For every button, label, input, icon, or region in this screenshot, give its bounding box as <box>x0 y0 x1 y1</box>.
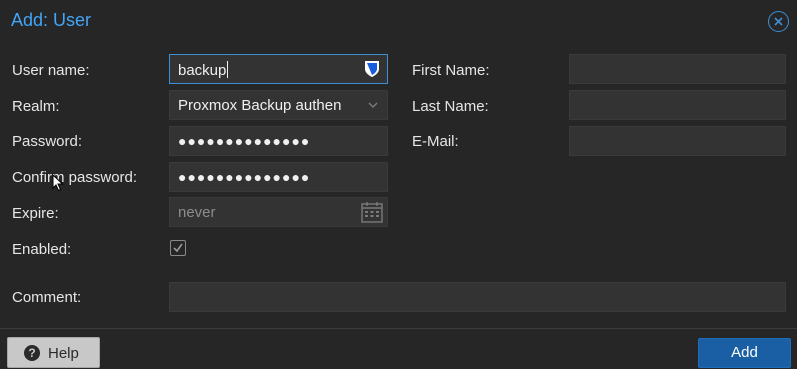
help-button-label: Help <box>48 345 79 362</box>
expire-placeholder: never <box>178 204 216 221</box>
password-input[interactable]: ●●●●●●●●●●●●●● <box>169 126 388 156</box>
question-circle-icon: ? <box>24 345 40 361</box>
add-button[interactable]: Add <box>698 338 791 368</box>
comment-input[interactable] <box>169 282 786 312</box>
dialog-footer: ? Help Add <box>0 328 797 369</box>
close-icon[interactable] <box>768 11 789 32</box>
chevron-down-icon[interactable] <box>367 99 379 111</box>
password-label: Password: <box>12 133 83 150</box>
calendar-icon[interactable] <box>360 200 384 224</box>
expire-date-input[interactable]: never <box>169 197 388 227</box>
username-input[interactable]: backup <box>169 54 388 84</box>
username-value: backup <box>178 61 229 79</box>
bitwarden-shield-icon[interactable] <box>363 59 381 79</box>
realm-label: Realm: <box>12 98 60 115</box>
comment-label: Comment: <box>12 289 82 306</box>
username-label: User name: <box>12 62 90 79</box>
password-value: ●●●●●●●●●●●●●● <box>178 133 311 149</box>
first-name-input[interactable] <box>569 54 786 84</box>
realm-value: Proxmox Backup authen <box>178 97 342 114</box>
dialog-titlebar: Add: User <box>0 0 797 42</box>
enabled-checkbox[interactable] <box>170 240 186 256</box>
mouse-pointer-icon <box>52 174 64 192</box>
email-input[interactable] <box>569 126 786 156</box>
help-button[interactable]: ? Help <box>7 337 100 368</box>
last-name-label: Last Name: <box>412 98 489 115</box>
enabled-label: Enabled: <box>12 241 72 258</box>
dialog-title: Add: User <box>11 10 92 30</box>
confirm-password-input[interactable]: ●●●●●●●●●●●●●● <box>169 162 388 192</box>
confirm-password-value: ●●●●●●●●●●●●●● <box>178 169 311 185</box>
first-name-label: First Name: <box>412 62 490 79</box>
add-user-dialog: Add: User User name: Realm: Password: Co… <box>0 0 797 369</box>
checkmark-icon <box>173 243 183 253</box>
expire-label: Expire: <box>12 205 59 222</box>
last-name-input[interactable] <box>569 90 786 120</box>
email-label: E-Mail: <box>412 133 459 150</box>
realm-select[interactable]: Proxmox Backup authen <box>169 90 388 120</box>
confirm-password-label: Confirm password: <box>12 169 138 186</box>
